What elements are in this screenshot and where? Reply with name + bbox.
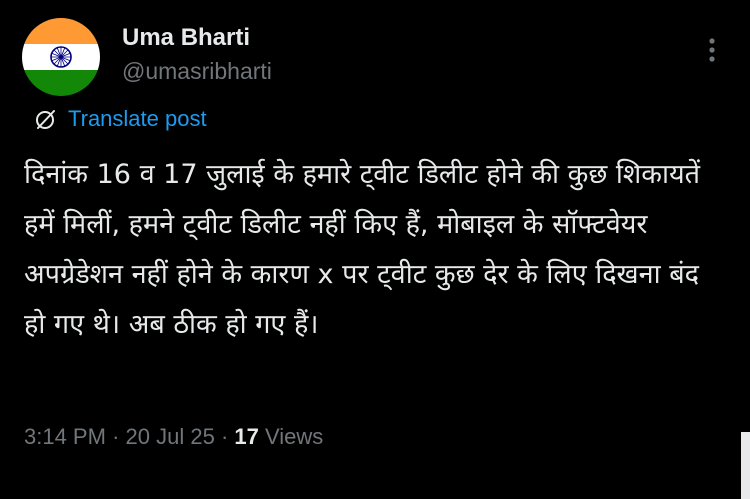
author-handle[interactable]: @umasribharti	[122, 56, 272, 86]
translate-post-link[interactable]: Translate post	[68, 106, 207, 132]
meta-separator: ·	[220, 424, 229, 449]
scrollbar-fragment	[741, 432, 750, 499]
author-display-name[interactable]: Uma Bharti	[122, 24, 272, 52]
meta-separator: ·	[112, 424, 120, 449]
views-label[interactable]: Views	[265, 424, 323, 449]
post-date[interactable]: 20 Jul 25	[126, 424, 215, 449]
post-header: Uma Bharti @umasribharti	[22, 18, 750, 98]
translate-globe-icon	[36, 110, 55, 129]
translate-post-row[interactable]: Translate post	[34, 104, 207, 134]
more-options-icon[interactable]	[700, 36, 724, 64]
avatar[interactable]	[22, 18, 100, 96]
india-flag-icon	[22, 18, 100, 96]
post-meta: 3:14 PM · 20 Jul 25 · 17 Views	[24, 422, 323, 452]
post-time[interactable]: 3:14 PM	[24, 424, 106, 449]
author-block: Uma Bharti @umasribharti	[122, 24, 272, 86]
views-count[interactable]: 17	[234, 424, 258, 449]
post-text: दिनांक 16 व 17 जुलाई के हमारे ट्वीट डिली…	[24, 159, 701, 340]
